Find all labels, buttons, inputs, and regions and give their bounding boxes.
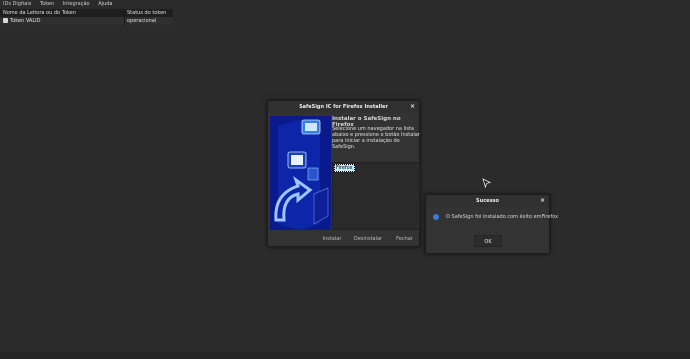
menu-ids-digitais[interactable]: IDs Digitais	[3, 0, 31, 9]
installer-description: Selecione um navegador na lista abaixo e…	[332, 126, 420, 150]
column-header-name[interactable]: Nome da Leitora ou do Token	[0, 9, 125, 17]
menu-token[interactable]: Token	[40, 0, 54, 9]
browser-list[interactable]: Firefox	[332, 162, 420, 230]
mouse-cursor-icon	[482, 178, 491, 188]
table-row[interactable]: Token VALID operacional	[0, 17, 173, 25]
token-status: operacional	[127, 18, 157, 24]
token-name: Token VALID	[10, 18, 41, 24]
token-icon	[3, 18, 8, 23]
install-button[interactable]: Instalar	[317, 233, 347, 245]
info-icon	[433, 214, 439, 220]
success-title: Sucesso	[476, 198, 499, 204]
menu-integracao[interactable]: Integração	[63, 0, 90, 9]
token-name-cell: Token VALID	[0, 17, 125, 25]
installer-title-bar: SafeSign IC for Firefox Installer ×	[268, 101, 419, 113]
installer-dialog: SafeSign IC for Firefox Installer × Inst…	[267, 100, 420, 247]
close-icon[interactable]: ×	[410, 101, 415, 113]
column-header-status[interactable]: Status do token	[125, 9, 173, 17]
token-table-header: Nome da Leitora ou do Token Status do to…	[0, 9, 173, 17]
menu-ajuda[interactable]: Ajuda	[98, 0, 112, 9]
success-message: O SafeSign foi instalado com êxito emFir…	[446, 214, 559, 220]
ok-button[interactable]: OK	[474, 235, 502, 247]
installer-title: SafeSign IC for Firefox Installer	[299, 104, 388, 110]
safesign-banner	[270, 116, 331, 230]
status-bar	[0, 352, 690, 359]
success-title-bar: Sucesso ×	[426, 195, 549, 207]
safesign-banner-art	[270, 116, 331, 230]
close-button[interactable]: Fechar	[390, 233, 419, 245]
success-dialog: Sucesso × O SafeSign foi instalado com ê…	[425, 194, 558, 254]
list-item[interactable]: Firefox	[334, 164, 355, 172]
uninstall-button[interactable]: Desinstalar	[350, 233, 386, 245]
token-table: Nome da Leitora ou do Token Status do to…	[0, 9, 173, 25]
close-icon[interactable]: ×	[540, 195, 545, 207]
menu-bar: IDs Digitais Token Integração Ajuda	[0, 0, 690, 9]
